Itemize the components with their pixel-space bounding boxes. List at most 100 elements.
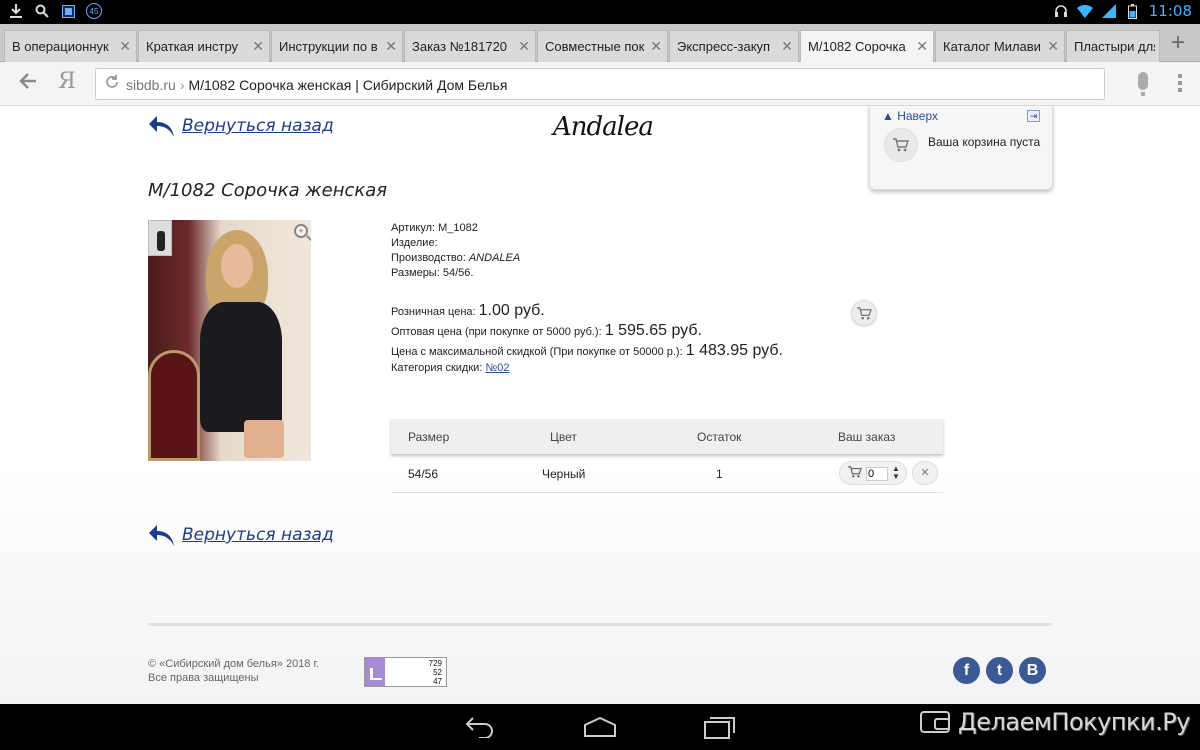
url-text[interactable]: sibdb.ru › М/1082 Сорочка женская | Сибирс… bbox=[126, 77, 507, 93]
cart-icon bbox=[856, 306, 872, 319]
new-tab-button[interactable]: + bbox=[1166, 31, 1190, 55]
discount-category-label: Категория скидки: bbox=[391, 362, 483, 374]
discount-category-link[interactable]: №02 bbox=[485, 362, 509, 374]
notification-badge: 45 bbox=[86, 3, 102, 19]
visit-counter[interactable]: 729 52 47 bbox=[364, 657, 447, 687]
tab-label: В операционнук bbox=[12, 39, 109, 54]
scroll-top-link[interactable]: ▲ Наверх bbox=[882, 109, 938, 123]
url-separator: › bbox=[179, 77, 185, 93]
close-icon[interactable]: ✕ bbox=[781, 38, 793, 55]
browser-tab[interactable]: В операционнук ✕ bbox=[4, 30, 137, 62]
nav-home-icon[interactable] bbox=[584, 717, 616, 737]
counter-values: 729 52 47 bbox=[429, 659, 442, 686]
browser-tab[interactable]: Заказ №181720 ✕ bbox=[404, 30, 536, 62]
cart-icon[interactable] bbox=[884, 128, 918, 162]
close-icon[interactable]: ✕ bbox=[650, 38, 662, 55]
back-link-label[interactable]: Вернуться назад bbox=[182, 116, 334, 136]
scroll-top-label: Наверх bbox=[897, 109, 939, 123]
close-icon: ✕ bbox=[920, 467, 930, 479]
photo-legs bbox=[244, 420, 284, 458]
watermark: ДелаемПокупки.Ру bbox=[920, 708, 1190, 736]
header-color: Цвет bbox=[550, 430, 577, 444]
facebook-icon[interactable]: f bbox=[953, 657, 980, 684]
product-title: М/1082 Сорочка женская bbox=[148, 180, 388, 201]
maker-row: Производство: ANDALEA bbox=[391, 251, 520, 266]
browser-tab[interactable]: Пластыри для bbox=[1066, 30, 1160, 62]
return-arrow-icon bbox=[149, 116, 174, 137]
nav-back-icon[interactable] bbox=[465, 714, 495, 738]
price-block: Розничная цена: 1.00 руб. Оптовая цена (… bbox=[391, 302, 783, 382]
article-label: Артикул: bbox=[391, 222, 436, 234]
close-icon[interactable]: ✕ bbox=[1047, 38, 1059, 55]
sizes-label: Размеры: bbox=[391, 267, 440, 279]
return-arrow-icon bbox=[149, 525, 174, 546]
close-icon[interactable]: ✕ bbox=[916, 38, 928, 55]
close-icon[interactable]: ✕ bbox=[119, 38, 131, 55]
back-link-bottom[interactable]: Вернуться назад bbox=[148, 522, 334, 548]
signal-icon bbox=[1101, 3, 1117, 19]
browser-tab[interactable]: Совместные пок ✕ bbox=[537, 30, 668, 62]
back-link-top[interactable]: Вернуться назад bbox=[148, 113, 334, 139]
product-photo[interactable]: + bbox=[148, 220, 311, 461]
clock: 11:08 bbox=[1148, 2, 1192, 20]
pin-icon[interactable]: ⇥ bbox=[1027, 110, 1040, 122]
cart-icon[interactable] bbox=[848, 466, 862, 481]
zoom-icon[interactable]: + bbox=[294, 224, 308, 238]
row-stock: 1 bbox=[716, 467, 723, 481]
browser-tab[interactable]: Инструкции по в ✕ bbox=[271, 30, 403, 62]
copyright-line2: Все права защищены bbox=[148, 672, 259, 684]
android-nav-bar: ДелаемПокупки.Ру bbox=[0, 704, 1200, 750]
brand-logo: Andalea bbox=[553, 112, 654, 142]
wholesale-price-row: Оптовая цена (при покупке от 5000 руб.):… bbox=[391, 322, 783, 342]
address-bar[interactable]: sibdb.ru › М/1082 Сорочка женская | Сибирс… bbox=[95, 68, 1105, 100]
quantity-stepper[interactable]: ▲▼ bbox=[839, 461, 907, 485]
status-bar-system: 11:08 bbox=[1053, 2, 1192, 20]
remove-item-button[interactable]: ✕ bbox=[912, 461, 938, 485]
max-discount-price-value: 1 483.95 руб. bbox=[685, 342, 783, 359]
vkontakte-icon[interactable]: B bbox=[1019, 657, 1046, 684]
add-to-cart-button[interactable] bbox=[851, 300, 877, 326]
size-table-header: Размер Цвет Остаток Ваш заказ bbox=[391, 419, 943, 454]
copyright-line1: © «Сибирский дом белья» 2018 г. bbox=[148, 658, 320, 670]
browser-tab[interactable]: Экспресс-закуп ✕ bbox=[669, 30, 799, 62]
row-color: Черный bbox=[542, 467, 586, 481]
tab-strip: В операционнук ✕ Краткая инстру ✕ Инстру… bbox=[0, 24, 1200, 63]
maker-label: Производство: bbox=[391, 252, 466, 264]
photo-dress bbox=[200, 302, 282, 432]
browser-tab[interactable]: Каталог Милави ✕ bbox=[935, 30, 1065, 62]
back-link-label[interactable]: Вернуться назад bbox=[182, 525, 334, 545]
battery-icon bbox=[1125, 3, 1141, 19]
wifi-icon bbox=[1076, 3, 1093, 19]
tab-label: Краткая инстру bbox=[146, 39, 239, 54]
browser-tab-active[interactable]: М/1082 Сорочка ✕ bbox=[800, 30, 934, 63]
counter-logo-icon bbox=[365, 658, 385, 686]
overflow-menu-icon[interactable] bbox=[1178, 74, 1182, 94]
size-table: Размер Цвет Остаток Ваш заказ 54/56 Черн… bbox=[391, 419, 943, 493]
yandex-button[interactable]: Я bbox=[58, 69, 76, 94]
tab-label: Пластыри для bbox=[1074, 39, 1155, 54]
sizes-value: 54/56. bbox=[442, 267, 474, 279]
quantity-input[interactable] bbox=[866, 467, 888, 481]
search-icon bbox=[34, 3, 50, 19]
retail-price-value: 1.00 руб. bbox=[478, 302, 545, 319]
max-discount-price-row: Цена с максимальной скидкой (При покупке… bbox=[391, 342, 783, 362]
counter-visitors: 47 bbox=[433, 677, 442, 686]
retail-price-label: Розничная цена: bbox=[391, 306, 476, 318]
nav-recent-apps-icon[interactable] bbox=[704, 715, 736, 739]
close-icon[interactable]: ✕ bbox=[252, 38, 264, 55]
close-icon[interactable]: ✕ bbox=[385, 38, 397, 55]
header-size: Размер bbox=[408, 430, 450, 444]
browser-toolbar: Я sibdb.ru › М/1082 Сорочка женская | Сиби… bbox=[0, 62, 1200, 106]
microphone-icon[interactable] bbox=[1138, 72, 1148, 96]
browser-tab[interactable]: Краткая инстру ✕ bbox=[138, 30, 270, 62]
browser-back-button[interactable] bbox=[18, 71, 38, 97]
article-row: Артикул: М_1082 bbox=[391, 221, 520, 236]
close-icon[interactable]: ✕ bbox=[518, 38, 530, 55]
url-domain: sibdb.ru bbox=[126, 77, 176, 93]
reload-icon[interactable] bbox=[104, 74, 120, 95]
photo-thumbnail[interactable] bbox=[148, 220, 172, 256]
wallet-icon bbox=[920, 711, 950, 733]
cart-empty-label: Ваша корзина пуста bbox=[928, 135, 1041, 149]
stepper-arrows-icon[interactable]: ▲ ▼ bbox=[892, 465, 900, 481]
twitter-icon[interactable]: t bbox=[986, 657, 1013, 684]
